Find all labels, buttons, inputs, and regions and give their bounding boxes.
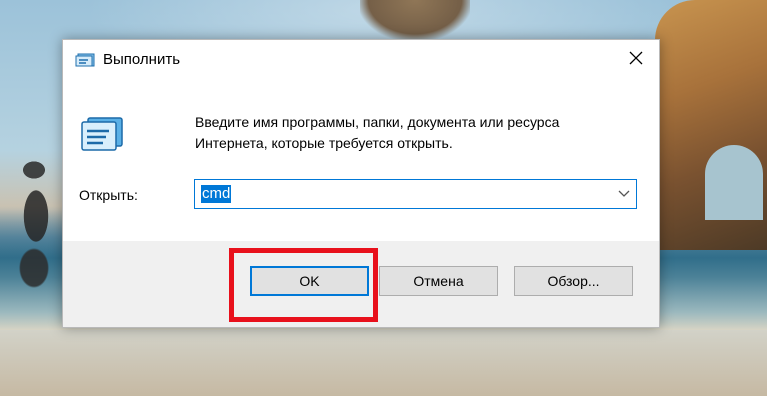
ok-button[interactable]: OK bbox=[250, 266, 369, 296]
wallpaper-runner-silhouette bbox=[6, 158, 60, 298]
open-input-value[interactable]: cmd bbox=[201, 185, 232, 203]
dialog-titlebar[interactable]: Выполнить bbox=[63, 40, 659, 80]
dialog-title: Выполнить bbox=[103, 51, 181, 68]
run-dialog: Выполнить Введите имя программы, папки, … bbox=[62, 39, 660, 328]
dialog-description: Введите имя программы, папки, документа … bbox=[195, 114, 560, 151]
wallpaper-arch bbox=[705, 145, 763, 220]
chevron-down-icon[interactable] bbox=[616, 187, 632, 201]
close-icon bbox=[629, 51, 643, 70]
browse-button[interactable]: Обзор... bbox=[514, 266, 633, 296]
run-program-icon bbox=[78, 114, 126, 154]
dialog-content: Введите имя программы, папки, документа … bbox=[63, 80, 659, 241]
cancel-button[interactable]: Отмена bbox=[379, 266, 498, 296]
open-combobox[interactable]: cmd bbox=[194, 179, 637, 209]
close-button[interactable] bbox=[613, 40, 659, 80]
run-icon bbox=[75, 52, 95, 68]
wallpaper-shore bbox=[0, 330, 767, 396]
wallpaper-rock bbox=[360, 0, 470, 40]
open-label: Открыть: bbox=[79, 187, 138, 203]
